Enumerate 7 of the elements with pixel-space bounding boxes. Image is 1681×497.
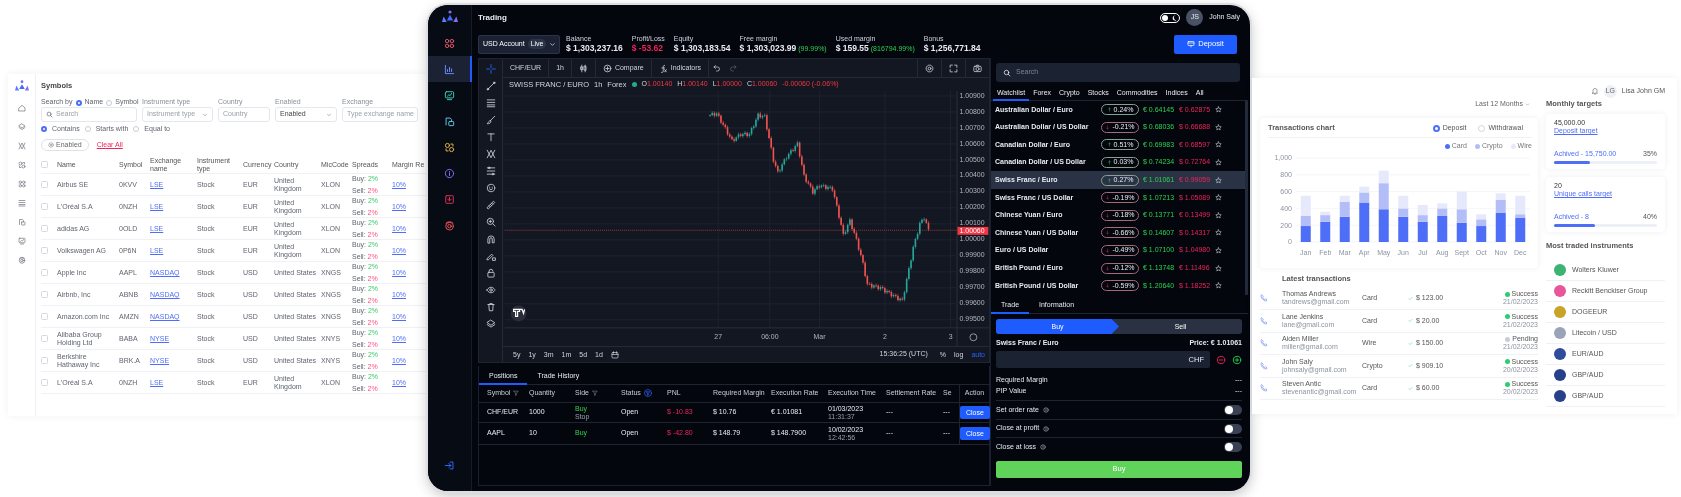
stat-value: $ 1,303,023.99 — [739, 43, 797, 54]
stat-value: $ 1,256,771.84 — [923, 43, 981, 54]
page-title: Trading — [478, 12, 507, 23]
stat-value: $ 159.55 — [835, 43, 869, 54]
stat-value: $ 1,303,237.16 — [566, 43, 623, 54]
stat-value: $ 1,303,183.54 — [673, 43, 731, 54]
stat-value: $ -53.62 — [631, 43, 663, 54]
